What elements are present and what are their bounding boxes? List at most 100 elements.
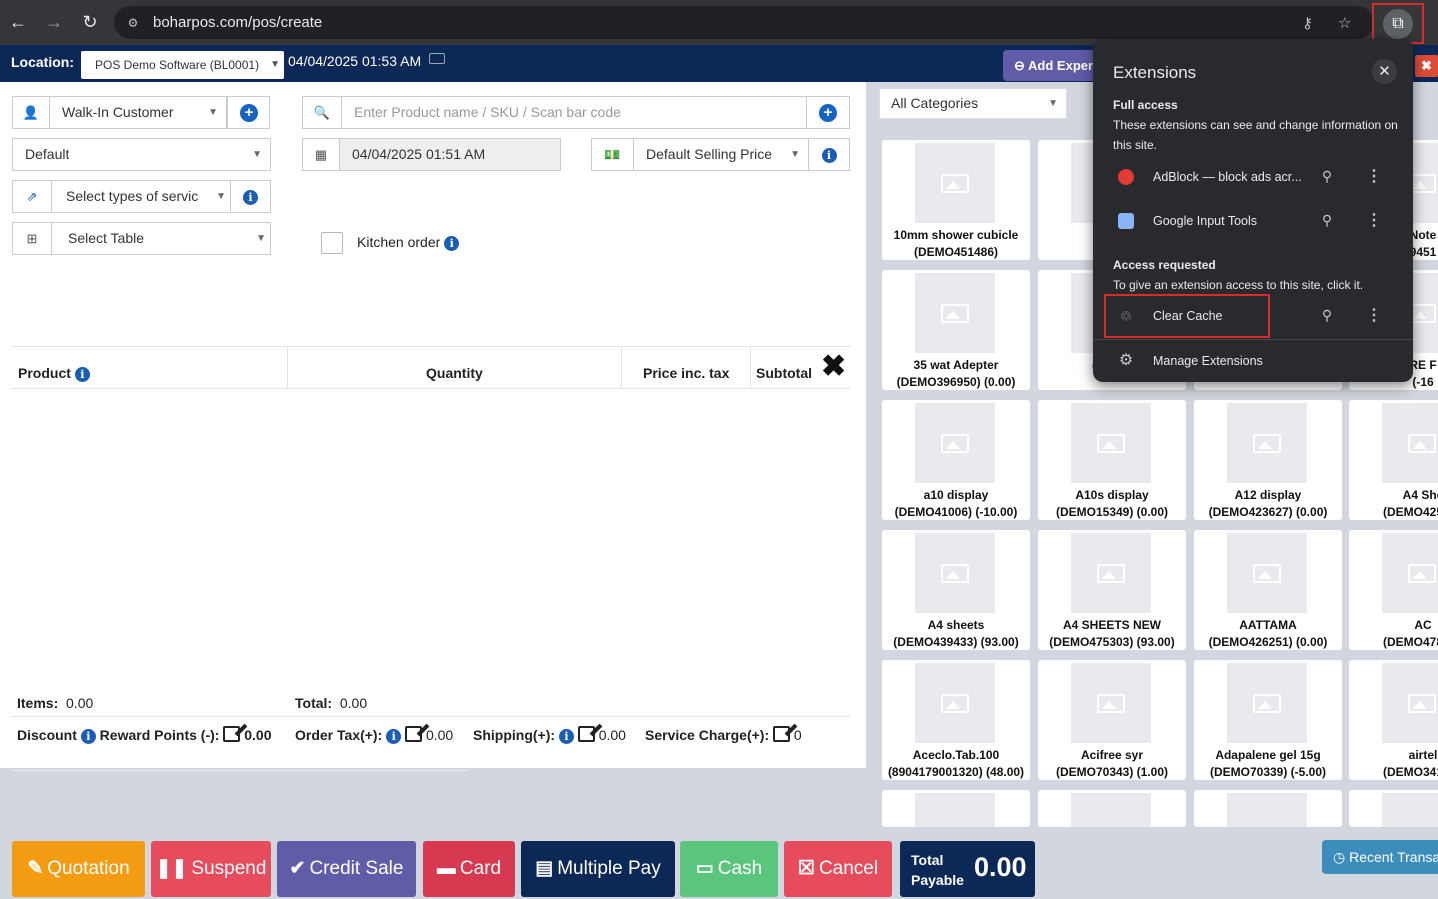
table-select[interactable]: Select Table ▼	[51, 222, 271, 255]
product-card[interactable]	[1194, 790, 1342, 827]
product-name: Acifree syr (DEMO70343) (1.00)	[1055, 748, 1169, 779]
forward-icon[interactable]: →	[42, 10, 66, 34]
discount-label: Discount	[17, 727, 77, 743]
caret-down-icon: ▼	[256, 233, 266, 244]
cancel-button[interactable]: ☒ Cancel	[784, 841, 892, 897]
extensions-button-highlight[interactable]: ⧉	[1372, 3, 1424, 44]
close-icon[interactable]: ✕	[1372, 59, 1397, 84]
header-datetime: 04/04/2025 01:53 AM	[288, 53, 422, 69]
edit-icon[interactable]	[405, 726, 423, 742]
image-placeholder-icon	[941, 564, 969, 583]
manage-extensions-link[interactable]: Manage Extensions	[1153, 354, 1263, 368]
add-expense-button[interactable]: ⊖ Add Expen	[1003, 50, 1103, 81]
cash-button[interactable]: ▭ Cash	[680, 841, 778, 897]
pin-icon[interactable]: ⚲	[1320, 168, 1334, 186]
keyboard-icon[interactable]	[429, 53, 445, 64]
key-icon[interactable]: ⚷	[1302, 14, 1313, 32]
reward-points-value: 0.00	[244, 727, 272, 743]
puzzle-icon[interactable]: ⧉	[1383, 9, 1413, 39]
category-value: All Categories	[891, 95, 979, 111]
pin-icon[interactable]: ⚲	[1320, 212, 1334, 230]
info-icon: i	[558, 728, 574, 744]
price-group-select[interactable]: Default ▼	[12, 138, 271, 171]
product-card[interactable]: A12 display (DEMO423627) (0.00)	[1194, 400, 1342, 520]
more-vert-icon[interactable]: ⋮	[1366, 307, 1382, 325]
credit-sale-button[interactable]: ✔ Credit Sale	[277, 841, 416, 897]
total-amount: Total: 0.00	[295, 695, 368, 711]
product-thumbnail	[915, 533, 995, 613]
quotation-button[interactable]: ✎ Quotation	[12, 841, 145, 897]
more-vert-icon[interactable]: ⋮	[1366, 168, 1382, 186]
recent-transactions-button[interactable]: ◷ Recent Transa	[1322, 840, 1438, 874]
product-card[interactable]: Adapalene gel 15g (DEMO70339) (-5.00)	[1194, 660, 1342, 780]
category-select[interactable]: All Categories ▼	[879, 88, 1067, 119]
product-card[interactable]: 35 wat Adepter (DEMO396950) (0.00)	[882, 270, 1030, 390]
product-thumbnail	[1227, 403, 1307, 483]
extension-adblock[interactable]: AdBlock — block ads acr...	[1153, 170, 1302, 184]
money-bill-icon: ▭	[695, 858, 714, 879]
table-value: Select Table	[68, 230, 145, 246]
product-search-input[interactable]: Enter Product name / SKU / Scan bar code	[341, 96, 807, 129]
product-name: A4 SHEETS NEW (DEMO475303) (93.00)	[1049, 618, 1175, 649]
caret-down-icon: ▼	[1048, 98, 1058, 109]
reload-icon[interactable]: ↻	[78, 10, 102, 34]
product-name: airtel(DEMO341667	[1382, 748, 1438, 779]
product-card[interactable]: AATTAMA (DEMO426251) (0.00)	[1194, 530, 1342, 650]
pin-icon[interactable]: ⚲	[1320, 307, 1334, 325]
transaction-date-input[interactable]: 04/04/2025 01:51 AM	[339, 138, 561, 171]
card-button[interactable]: ▬ Card	[423, 841, 515, 897]
image-placeholder-icon	[941, 304, 969, 323]
service-type-select[interactable]: Select types of servic ▼	[51, 180, 231, 213]
selling-price-info-button[interactable]: i	[808, 138, 850, 171]
product-card[interactable]: airtel(DEMO341667	[1349, 660, 1438, 780]
product-card[interactable]: AC(DEMO478873	[1349, 530, 1438, 650]
customer-select[interactable]: Walk-In Customer ▼	[49, 96, 227, 129]
product-card[interactable]: A4 She(DEMO425339	[1349, 400, 1438, 520]
location-select[interactable]: POS Demo Software (BL0001) ▼	[81, 51, 284, 79]
product-name: Adapalene gel 15g (DEMO70339) (-5.00)	[1209, 748, 1327, 779]
service-type-info-button[interactable]: i	[230, 180, 271, 213]
product-card[interactable]: Acifree syr (DEMO70343) (1.00)	[1038, 660, 1186, 780]
bookmark-star-icon[interactable]: ☆	[1338, 14, 1351, 32]
service-charge-value: 0	[793, 727, 802, 743]
url-text[interactable]: boharpos.com/pos/create	[153, 14, 322, 31]
product-card[interactable]: A4 SHEETS NEW (DEMO475303) (93.00)	[1038, 530, 1186, 650]
suspend-button[interactable]: ❚❚ Suspend	[151, 841, 271, 897]
multiple-pay-button[interactable]: ▤ Multiple Pay	[521, 841, 675, 897]
product-thumbnail	[915, 273, 995, 353]
address-bar[interactable]: ⚙ boharpos.com/pos/create ⚷ ☆	[114, 6, 1374, 39]
close-pos-button[interactable]: ✖	[1415, 55, 1438, 77]
product-card[interactable]: Aceclo.Tab.100 (8904179001320) (48.00)	[882, 660, 1030, 780]
location-value: POS Demo Software (BL0001)	[95, 58, 260, 72]
site-info-icon[interactable]: ⚙	[124, 14, 142, 32]
product-card[interactable]	[1349, 790, 1438, 827]
edit-icon[interactable]	[773, 726, 790, 742]
add-product-button[interactable]: +	[806, 96, 850, 129]
product-thumbnail	[1382, 403, 1438, 483]
extension-clear-cache[interactable]: Clear Cache	[1153, 309, 1222, 323]
add-expense-label: Add Expen	[1028, 58, 1096, 73]
info-icon: i	[74, 366, 90, 382]
selling-price-select[interactable]: Default Selling Price ▼	[633, 138, 809, 171]
items-count: Items: 0.00	[17, 695, 94, 711]
kitchen-order-checkbox[interactable]	[321, 232, 343, 254]
caret-down-icon: ▼	[208, 107, 218, 118]
google-input-tools-icon	[1118, 213, 1134, 229]
money-check-icon: ▤	[535, 858, 554, 879]
edit-icon[interactable]	[223, 726, 241, 742]
add-customer-button[interactable]: +	[227, 96, 270, 129]
back-icon[interactable]: ←	[6, 10, 30, 34]
product-card[interactable]: a10 display (DEMO41006) (-10.00)	[882, 400, 1030, 520]
info-icon: i	[386, 728, 402, 744]
adblock-icon	[1118, 169, 1134, 185]
remove-all-icon[interactable]: ✖	[821, 349, 846, 385]
extension-google-input-tools[interactable]: Google Input Tools	[1153, 214, 1257, 228]
edit-icon[interactable]	[577, 726, 595, 742]
more-vert-icon[interactable]: ⋮	[1366, 212, 1382, 230]
product-card[interactable]: 10mm shower cubicle (DEMO451486)	[882, 140, 1030, 260]
product-card[interactable]: A10s display (DEMO15349) (0.00)	[1038, 400, 1186, 520]
product-card[interactable]	[882, 790, 1030, 827]
product-card[interactable]: A4 sheets (DEMO439433) (93.00)	[882, 530, 1030, 650]
location-label: Location:	[11, 54, 74, 70]
product-card[interactable]	[1038, 790, 1186, 827]
